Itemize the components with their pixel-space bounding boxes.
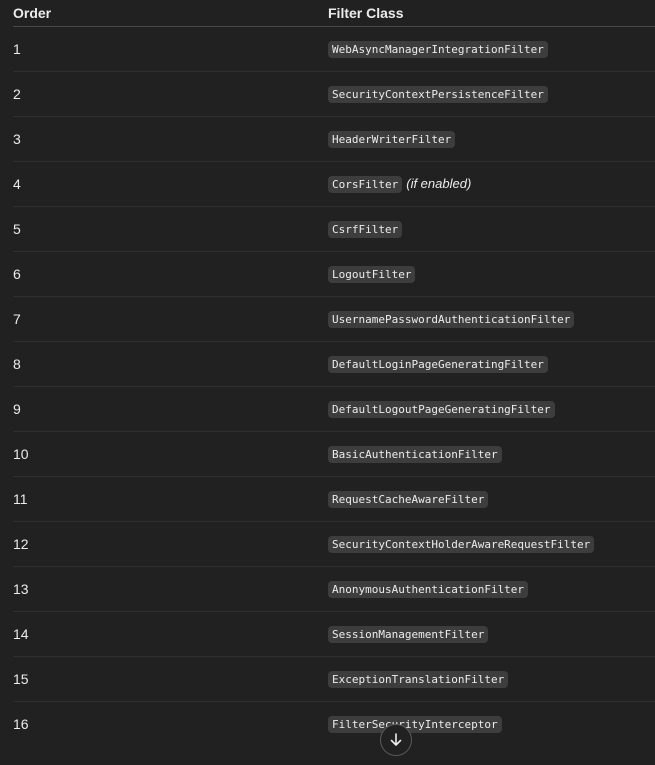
filter-class-code: SecurityContextPersistenceFilter: [328, 86, 548, 103]
table-row: 1 WebAsyncManagerIntegrationFilter: [13, 26, 655, 72]
filter-class-code: DefaultLoginPageGeneratingFilter: [328, 356, 548, 373]
table-header: Order Filter Class: [13, 0, 655, 27]
chat-message-content: Order Filter Class 1 WebAsyncManagerInteg…: [0, 0, 655, 765]
filter-class-code: SessionManagementFilter: [328, 626, 489, 643]
filter-class-code: CsrfFilter: [328, 221, 403, 238]
table-row: 4 CorsFilter (if enabled): [13, 161, 655, 207]
table-header-row: Order Filter Class: [13, 0, 655, 27]
filter-note: (if enabled): [406, 176, 472, 191]
filter-class-cell: CsrfFilter: [328, 206, 655, 252]
table-row: 5 CsrfFilter: [13, 206, 655, 252]
filter-class-cell: DefaultLoginPageGeneratingFilter: [328, 341, 655, 387]
filter-order-table: Order Filter Class 1 WebAsyncManagerInteg…: [13, 0, 655, 746]
order-cell: 12: [13, 521, 328, 567]
filter-class-cell: LogoutFilter: [328, 251, 655, 297]
order-cell: 8: [13, 341, 328, 387]
filter-class-cell: HeaderWriterFilter: [328, 116, 655, 162]
table-row: 6 LogoutFilter: [13, 251, 655, 297]
filter-class-cell: CorsFilter (if enabled): [328, 161, 655, 207]
order-cell: 16: [13, 716, 29, 732]
order-cell: 13: [13, 566, 328, 612]
order-cell: 2: [13, 71, 328, 117]
filter-class-code: AnonymousAuthenticationFilter: [328, 581, 529, 598]
order-cell: 15: [13, 656, 328, 702]
filter-class-code: DefaultLogoutPageGeneratingFilter: [328, 401, 555, 418]
arrow-down-icon: [390, 733, 402, 746]
filter-class-cell: WebAsyncManagerIntegrationFilter: [328, 26, 655, 72]
order-cell: 11: [13, 476, 328, 522]
filter-class-code: LogoutFilter: [328, 266, 416, 283]
column-header-order: Order: [13, 0, 328, 27]
filter-class-cell: SecurityContextHolderAwareRequestFilter: [328, 521, 655, 567]
filter-class-code: CorsFilter: [328, 176, 403, 193]
order-cell: 14: [13, 611, 328, 657]
filter-class-code: BasicAuthenticationFilter: [328, 446, 502, 463]
filter-class-code: SecurityContextHolderAwareRequestFilter: [328, 536, 595, 553]
filter-class-code: FilterSecurityInterceptor: [328, 716, 502, 733]
table-row: 2 SecurityContextPersistenceFilter: [13, 71, 655, 117]
scroll-to-bottom-button[interactable]: [380, 724, 412, 756]
order-cell: 1: [13, 26, 328, 72]
order-cell: 7: [13, 296, 328, 342]
filter-class-cell: BasicAuthenticationFilter: [328, 431, 655, 477]
table-row: 15 ExceptionTranslationFilter: [13, 656, 655, 702]
filter-class-cell: ExceptionTranslationFilter: [328, 656, 655, 702]
filter-class-code: ExceptionTranslationFilter: [328, 671, 509, 688]
table-row: 14 SessionManagementFilter: [13, 611, 655, 657]
filter-class-code: HeaderWriterFilter: [328, 131, 456, 148]
order-cell: 9: [13, 386, 328, 432]
table-row: 16 FilterSecurityInterceptor: [13, 702, 655, 747]
order-cell: 4: [13, 161, 328, 207]
filter-class-cell: UsernamePasswordAuthenticationFilter: [328, 296, 655, 342]
filter-class-cell: DefaultLogoutPageGeneratingFilter: [328, 386, 655, 432]
table-row: 12 SecurityContextHolderAwareRequestFilte…: [13, 521, 655, 567]
filter-class-code: WebAsyncManagerIntegrationFilter: [328, 41, 548, 58]
table-body: 1 WebAsyncManagerIntegrationFilter 2 Securi…: [13, 26, 655, 747]
filter-class-cell: FilterSecurityInterceptor: [328, 702, 655, 747]
table-row: 11 RequestCacheAwareFilter: [13, 476, 655, 522]
order-cell: 3: [13, 116, 328, 162]
order-cell: 6: [13, 251, 328, 297]
filter-class-cell: SessionManagementFilter: [328, 611, 655, 657]
filter-class-code: RequestCacheAwareFilter: [328, 491, 489, 508]
table-row: 10 BasicAuthenticationFilter: [13, 431, 655, 477]
order-cell: 5: [13, 206, 328, 252]
table-row: 7 UsernamePasswordAuthenticationFilter: [13, 296, 655, 342]
column-header-filter-class: Filter Class: [328, 0, 655, 27]
table-row: 3 HeaderWriterFilter: [13, 116, 655, 162]
filter-class-code: UsernamePasswordAuthenticationFilter: [328, 311, 575, 328]
filter-class-cell: SecurityContextPersistenceFilter: [328, 71, 655, 117]
filter-class-cell: RequestCacheAwareFilter: [328, 476, 655, 522]
table-row: 9 DefaultLogoutPageGeneratingFilter: [13, 386, 655, 432]
table-row: 8 DefaultLoginPageGeneratingFilter: [13, 341, 655, 387]
filter-class-cell: AnonymousAuthenticationFilter: [328, 566, 655, 612]
order-cell: 10: [13, 431, 328, 477]
table-row: 13 AnonymousAuthenticationFilter: [13, 566, 655, 612]
